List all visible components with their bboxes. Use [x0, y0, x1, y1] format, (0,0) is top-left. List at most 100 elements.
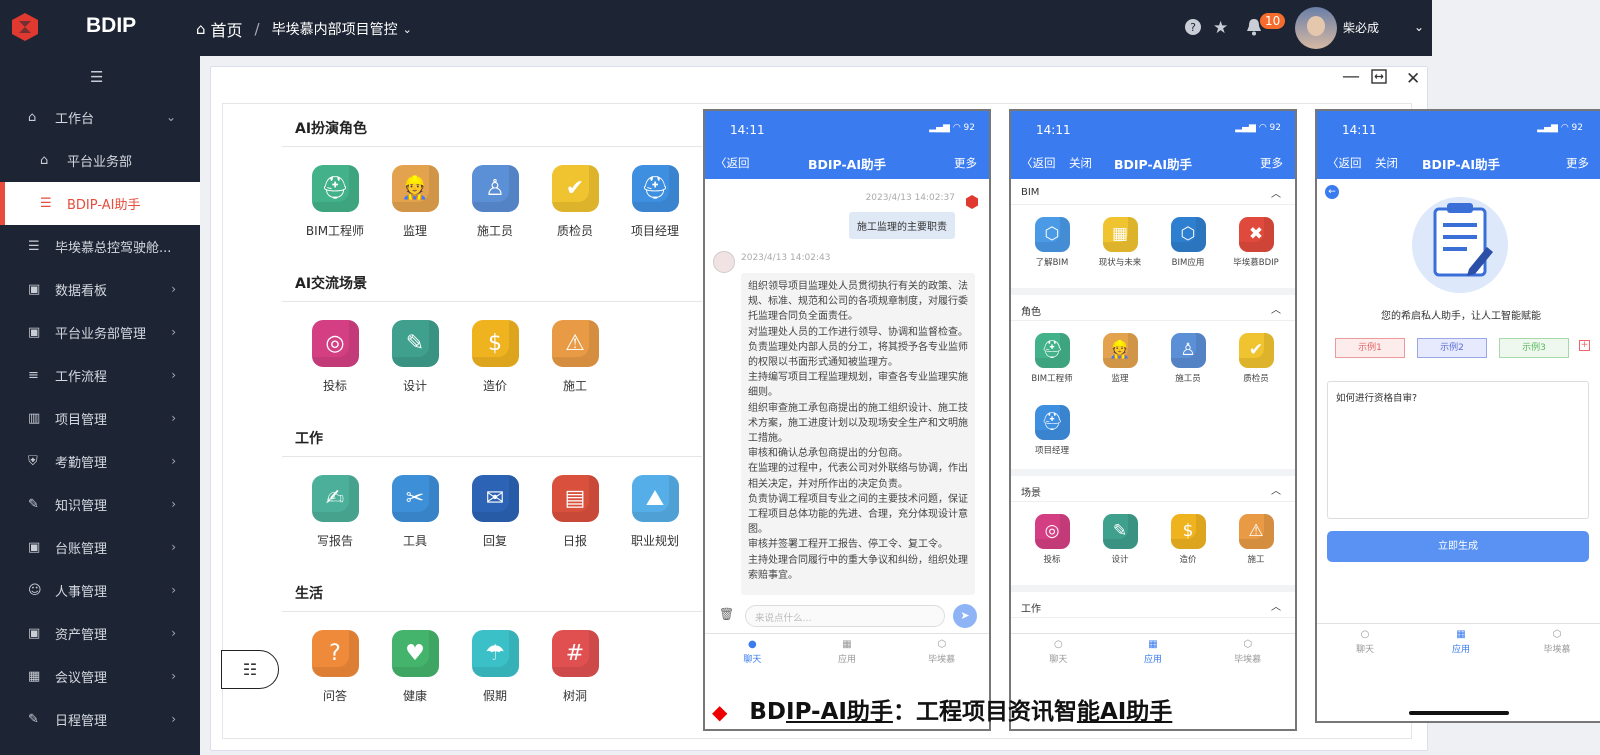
app-tile[interactable]: 👷 监理 [375, 165, 455, 239]
phone-app-tile[interactable]: ⬡ BIM应用 [1159, 217, 1217, 269]
back-circle-icon[interactable]: ← [1325, 185, 1339, 199]
sidebar-item-12[interactable]: ▣ 资产管理 › [0, 612, 200, 655]
help-icon[interactable]: ? [1184, 18, 1202, 40]
status-icons: ▂▄▆ ◠ 92 [1537, 123, 1583, 133]
avatar[interactable] [1295, 7, 1337, 49]
phone-app-tile[interactable]: 👷 监理 [1091, 333, 1149, 385]
app-tile[interactable]: ♥ 健康 [375, 630, 455, 704]
app-label: 投标 [1043, 555, 1061, 565]
app-tile[interactable]: ▤ 日报 [535, 475, 615, 549]
chevron-up-icon[interactable]: ︿ [1271, 301, 1281, 316]
tab-apps[interactable]: ▦ 应用 [1413, 624, 1509, 667]
tab-chat[interactable]: ○ 聊天 [1011, 634, 1106, 677]
sidebar-item-1[interactable]: ⌂ 平台业务部 [0, 139, 200, 182]
example-3-button[interactable]: 示例3 [1499, 338, 1569, 358]
sidebar-item-6[interactable]: ≡ 工作流程 › [0, 354, 200, 397]
question-input[interactable]: 如何进行资格自审? [1327, 381, 1589, 519]
app-label: 质检员 [1243, 374, 1269, 384]
toggle-menu-button[interactable]: ☷ [221, 650, 279, 689]
app-tile[interactable]: ⛑ BIM工程师 [295, 165, 375, 239]
phone-tabbar: ○ 聊天 ▦ 应用 ⬡ 毕埃慕 [1011, 633, 1295, 677]
app-tile[interactable]: ✂ 工具 [375, 475, 455, 549]
user-menu-chevron-icon[interactable]: ⌄ [1414, 20, 1424, 34]
app-tile[interactable]: ? 问答 [295, 630, 375, 704]
chevron-down-icon[interactable]: ⌄ [403, 23, 412, 36]
app-tile[interactable]: ⛰ 职业规划 [615, 475, 695, 549]
tab-chat[interactable]: ○ 聊天 [1317, 624, 1413, 667]
sidebar-item-0[interactable]: ⌂ 工作台 ⌄ [0, 96, 200, 139]
minimize-icon[interactable]: — [1342, 66, 1360, 87]
tab-bdip[interactable]: ⬡ 毕埃慕 [894, 634, 989, 677]
tab-chat[interactable]: ● 聊天 [705, 634, 800, 677]
group-header[interactable]: 工作 ︿ [1011, 592, 1295, 618]
sidebar-item-8[interactable]: ⛨ 考勤管理 › [0, 440, 200, 483]
app-tile[interactable]: ✔ 质检员 [535, 165, 615, 239]
app-tile[interactable]: ⚠ 施工 [535, 320, 615, 394]
example-1-button[interactable]: 示例1 [1335, 338, 1405, 358]
phone-app-tile[interactable]: ✔ 质检员 [1227, 333, 1285, 385]
app-tile[interactable]: ✉ 回复 [455, 475, 535, 549]
phone-app-tile[interactable]: ◎ 投标 [1023, 514, 1081, 566]
sidebar-item-7[interactable]: ▥ 项目管理 › [0, 397, 200, 440]
more-button[interactable]: 更多 [954, 155, 977, 171]
example-2-button[interactable]: 示例2 [1417, 338, 1487, 358]
sidebar-item-5[interactable]: ▣ 平台业务部管理 › [0, 311, 200, 354]
sidebar-item-11[interactable]: ☺ 人事管理 › [0, 569, 200, 612]
app-tile[interactable]: ◎ 投标 [295, 320, 375, 394]
app-tile[interactable]: ✍ 写报告 [295, 475, 375, 549]
chevron-up-icon[interactable]: ︿ [1271, 185, 1281, 200]
app-icon: ◎ [311, 320, 359, 367]
group-header[interactable]: BIM ︿ [1011, 179, 1295, 205]
fit-screen-icon[interactable] [1371, 69, 1387, 88]
chevron-up-icon[interactable]: ︿ [1271, 482, 1281, 497]
generate-button[interactable]: 立即生成 [1327, 531, 1589, 562]
trash-icon[interactable]: 🗑 [719, 607, 734, 621]
app-tile[interactable]: ✎ 设计 [375, 320, 455, 394]
app-tile[interactable]: ♙ 施工员 [455, 165, 535, 239]
sidebar-item-4[interactable]: ▣ 数据看板 › [0, 268, 200, 311]
status-icons: ▂▄▆ ◠ 92 [1235, 123, 1281, 133]
project-selector[interactable]: 毕埃慕内部项目管控 [272, 19, 398, 39]
tab-apps[interactable]: ▦ 应用 [1106, 634, 1201, 677]
sidebar-item-9[interactable]: ✎ 知识管理 › [0, 483, 200, 526]
home-icon[interactable]: ⌂ [196, 20, 206, 38]
phone-app-tile[interactable]: ▦ 现状与未来 [1091, 217, 1149, 269]
phone-app-tile[interactable]: ⬡ 了解BIM [1023, 217, 1081, 269]
tab-bdip[interactable]: ⬡ 毕埃慕 [1200, 634, 1295, 677]
chevron-up-icon[interactable]: ︿ [1271, 598, 1281, 613]
collapse-sidebar-icon[interactable]: ☰ [90, 68, 103, 86]
add-example-icon[interactable]: + [1579, 340, 1590, 351]
group-header[interactable]: 角色 ︿ [1011, 295, 1295, 321]
more-button[interactable]: 更多 [1566, 155, 1589, 171]
phone-app-tile[interactable]: ⛑ 项目经理 [1023, 405, 1081, 457]
sidebar-item-3[interactable]: ☰ 毕埃慕总控驾驶舱... [0, 225, 200, 268]
phone-nav: 〈返回 关闭 BDIP-AI助手 更多 [1317, 147, 1600, 179]
send-icon[interactable]: ➤ [953, 604, 977, 628]
star-icon[interactable]: ★ [1213, 18, 1228, 38]
phone-app-tile[interactable]: ♙ 施工员 [1159, 333, 1217, 385]
group-header[interactable]: 场景 ︿ [1011, 476, 1295, 502]
breadcrumb-home[interactable]: 首页 [211, 17, 243, 41]
app-tile[interactable]: ☂ 假期 [455, 630, 535, 704]
close-icon[interactable]: ✕ [1406, 69, 1420, 89]
user-name[interactable]: 柴必成 [1343, 19, 1379, 36]
phone-app-tile[interactable]: ⛑ BIM工程师 [1023, 333, 1081, 385]
sidebar-item-10[interactable]: ▣ 台账管理 › [0, 526, 200, 569]
tab-bdip[interactable]: ⬡ 毕埃慕 [1509, 624, 1600, 667]
app-tile[interactable]: # 树洞 [535, 630, 615, 704]
app-tile[interactable]: $ 造价 [455, 320, 535, 394]
phone-app-tile[interactable]: ✎ 设计 [1091, 514, 1149, 566]
tab-apps[interactable]: ▦ 应用 [800, 634, 895, 677]
sidebar-item-14[interactable]: ✎ 日程管理 › [0, 698, 200, 741]
app-icon: ✉ [471, 475, 519, 522]
sidebar-item-13[interactable]: ▦ 会议管理 › [0, 655, 200, 698]
app-tile[interactable]: ⛑ 项目经理 [615, 165, 695, 239]
sidebar-item-2[interactable]: ☰ BDIP-AI助手 [0, 182, 200, 225]
phone-app-tile[interactable]: ⚠ 施工 [1227, 514, 1285, 566]
status-bar: 14:11 ▂▄▆ ◠ 92 [1317, 111, 1600, 147]
phone-app-tile[interactable]: ✖ 毕埃慕BDIP [1227, 217, 1285, 269]
more-button[interactable]: 更多 [1260, 155, 1283, 171]
caption-part: IP-AI助手 [786, 699, 893, 725]
phone-app-tile[interactable]: $ 造价 [1159, 514, 1217, 566]
chat-input[interactable]: 来说点什么... [745, 605, 945, 627]
